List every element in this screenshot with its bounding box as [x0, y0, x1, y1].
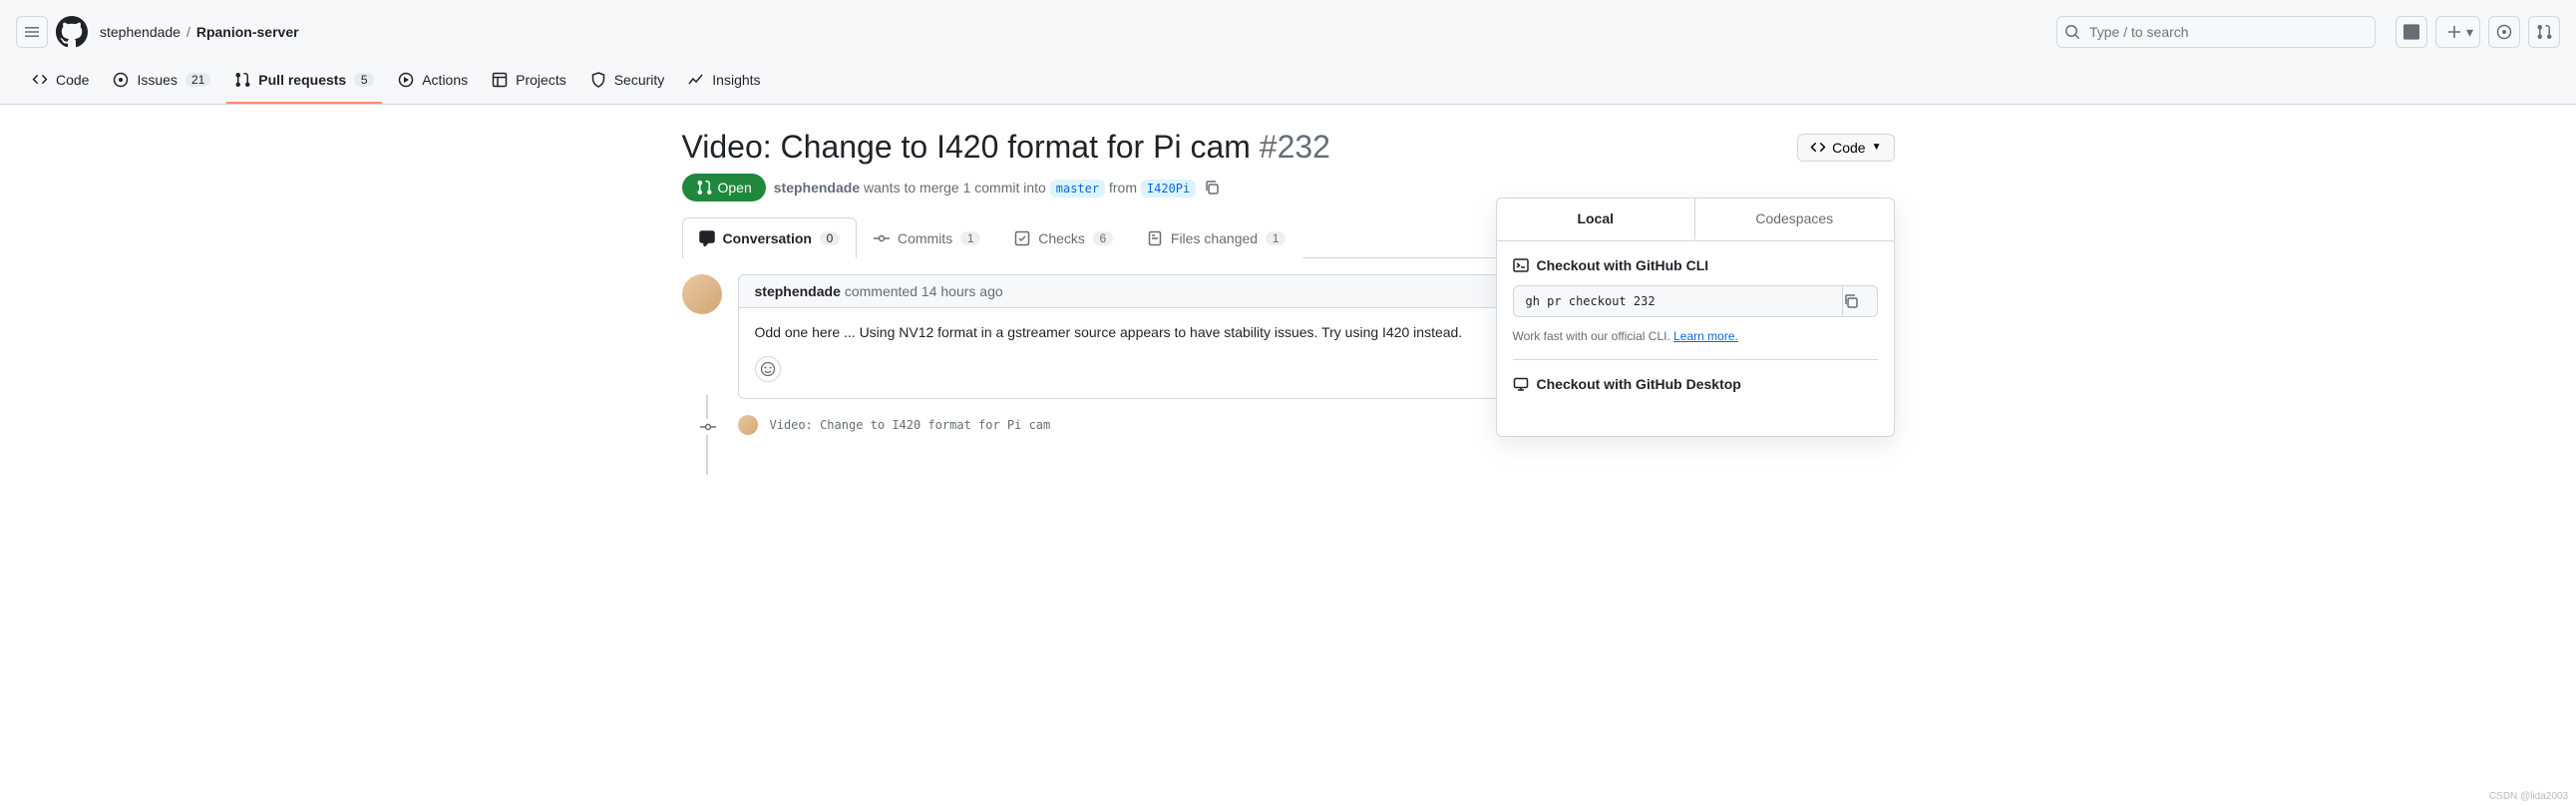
cli-note: Work fast with our official CLI. Learn m… [1513, 329, 1878, 343]
popover-tab-local[interactable]: Local [1497, 199, 1696, 240]
nav-pulls[interactable]: Pull requests 5 [226, 64, 382, 104]
watermark: CSDN @lida2003 [2489, 791, 2568, 802]
commit-message[interactable]: Video: Change to I420 format for Pi cam [770, 418, 1051, 432]
breadcrumb-separator: / [186, 24, 190, 40]
pr-tabs: Conversation0 Commits1 Checks6 Files cha… [682, 217, 1616, 258]
comment-body: Odd one here ... Using NV12 format in a … [739, 308, 1615, 356]
comment-box: stephendade commented 14 hours ago Ow Od… [738, 274, 1616, 399]
code-dropdown-button[interactable]: Code▼ [1797, 134, 1894, 162]
tab-conversation[interactable]: Conversation0 [682, 217, 857, 258]
nav-security[interactable]: Security [582, 64, 673, 104]
comment-author[interactable]: stephendade [755, 283, 841, 299]
add-reaction-button[interactable] [755, 356, 781, 382]
nav-pulls-label: Pull requests [258, 72, 346, 88]
search-icon [2064, 24, 2080, 40]
tab-files-count: 1 [1266, 231, 1286, 245]
issues-tray-button[interactable] [2488, 16, 2520, 48]
pr-state-badge: Open [682, 174, 766, 202]
tab-commits[interactable]: Commits1 [857, 217, 997, 258]
commit-avatar[interactable] [738, 415, 758, 435]
base-branch[interactable]: master [1050, 180, 1105, 198]
comment-timestamp: commented 14 hours ago [845, 283, 1003, 299]
tab-checks-count: 6 [1093, 231, 1113, 245]
cli-command: gh pr checkout 232 [1513, 285, 1842, 317]
nav-code-label: Code [56, 72, 89, 88]
commit-row: Video: Change to I420 format for Pi cam … [738, 415, 1616, 435]
nav-insights[interactable]: Insights [680, 64, 768, 104]
nav-projects-label: Projects [516, 72, 566, 88]
head-branch[interactable]: I420Pi [1141, 180, 1196, 198]
comment-avatar[interactable] [682, 274, 722, 314]
search-input-wrapper [2056, 16, 2376, 48]
code-popover: Local Codespaces Checkout with GitHub CL… [1496, 198, 1895, 437]
repo-nav: Code Issues 21 Pull requests 5 Actions Pro… [16, 64, 2560, 104]
search-input[interactable] [2056, 16, 2376, 48]
nav-code[interactable]: Code [24, 64, 97, 104]
github-logo[interactable] [56, 16, 88, 48]
tab-conversation-count: 0 [820, 231, 840, 245]
cli-learn-more-link[interactable]: Learn more. [1673, 329, 1738, 343]
nav-projects[interactable]: Projects [484, 64, 574, 104]
owner-link[interactable]: stephendade [100, 24, 181, 40]
breadcrumb: stephendade / Rpanion-server [100, 24, 299, 40]
nav-issues[interactable]: Issues 21 [105, 64, 218, 104]
repo-link[interactable]: Rpanion-server [196, 24, 299, 40]
tab-commits-count: 1 [960, 231, 980, 245]
desktop-section-title[interactable]: Checkout with GitHub Desktop [1513, 376, 1878, 392]
nav-actions[interactable]: Actions [390, 64, 476, 104]
pull-requests-tray-button[interactable] [2528, 16, 2560, 48]
pr-author-link[interactable]: stephendade [774, 180, 860, 196]
nav-issues-count: 21 [185, 73, 210, 87]
hamburger-button[interactable] [16, 16, 48, 48]
nav-pulls-count: 5 [354, 73, 374, 87]
create-new-button[interactable]: ▾ [2435, 16, 2480, 48]
copy-branch-icon[interactable] [1204, 180, 1220, 196]
pr-number: #232 [1260, 129, 1330, 165]
cli-section-title: Checkout with GitHub CLI [1513, 257, 1878, 273]
tab-checks[interactable]: Checks6 [997, 217, 1130, 258]
nav-insights-label: Insights [712, 72, 760, 88]
pr-title: Video: Change to I420 format for Pi cam … [682, 129, 1786, 166]
popover-tab-codespaces[interactable]: Codespaces [1695, 199, 1894, 240]
pr-merge-summary: stephendade wants to merge 1 commit into… [774, 180, 1197, 196]
copy-cli-button[interactable] [1842, 285, 1878, 317]
commit-icon [700, 419, 716, 435]
nav-issues-label: Issues [137, 72, 177, 88]
tab-files[interactable]: Files changed1 [1130, 217, 1302, 258]
command-palette-button[interactable] [2395, 16, 2427, 48]
nav-security-label: Security [614, 72, 665, 88]
nav-actions-label: Actions [422, 72, 468, 88]
